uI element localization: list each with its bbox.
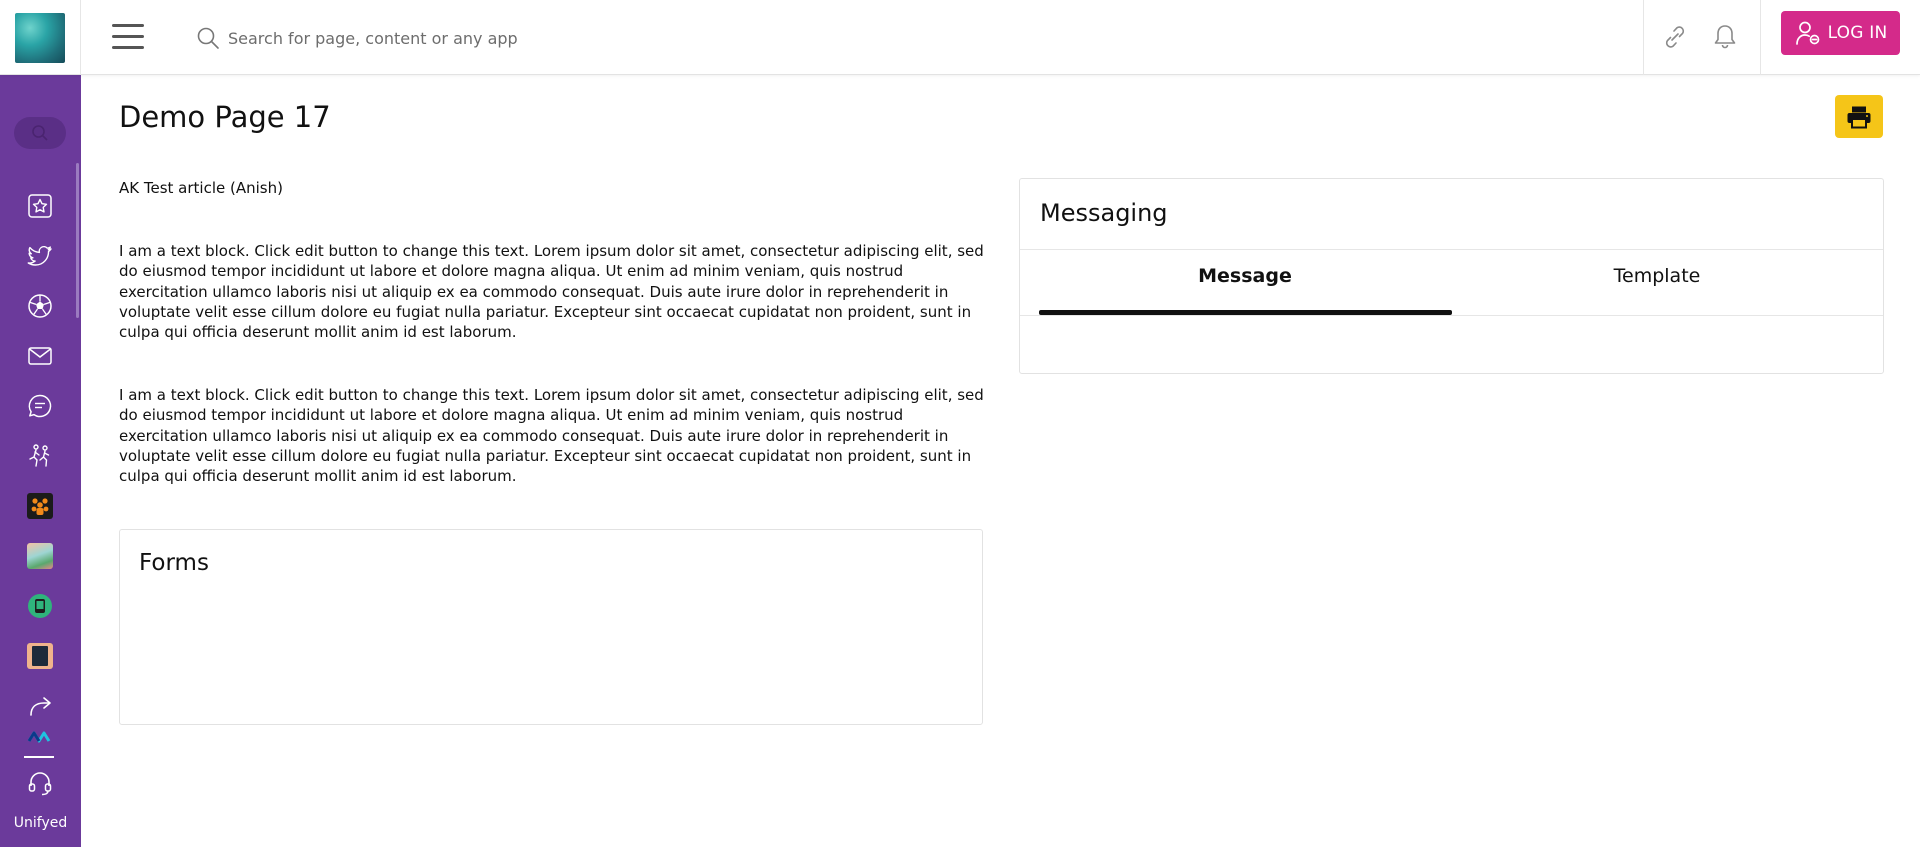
user-login-icon [1795,21,1819,45]
share-arrow-icon[interactable] [24,690,56,722]
top-bar: LOG IN [0,0,1920,75]
soccer-ball-icon[interactable] [24,290,56,322]
login-button[interactable]: LOG IN [1781,11,1900,55]
logo-container[interactable] [0,0,81,75]
login-label: LOG IN [1827,23,1888,43]
logo[interactable] [15,12,65,63]
article-title: AK Test article (Anish) [119,179,283,197]
sidebar: Unifyed [0,75,81,847]
search-icon [32,125,48,141]
search-bar [196,22,896,54]
green-phone-app-icon[interactable] [24,590,56,622]
messaging-widget: Messaging Message Template [1019,178,1884,374]
text-block: I am a text block. Click edit button to … [119,386,984,486]
bell-icon[interactable] [1710,22,1740,52]
messaging-divider [1020,315,1883,316]
printer-icon [1847,106,1871,128]
mail-icon[interactable] [24,340,56,372]
messaging-divider [1020,249,1883,250]
search-input[interactable] [228,24,828,52]
messaging-title: Messaging [1040,199,1168,227]
print-button[interactable] [1835,95,1883,138]
twitter-icon[interactable] [24,240,56,272]
sidebar-separator [24,756,54,758]
tab-message[interactable]: Message [1039,251,1451,301]
forms-title: Forms [139,550,209,576]
sidebar-search-button[interactable] [14,117,66,149]
star-icon[interactable] [24,190,56,222]
search-icon [197,27,219,49]
text-block: I am a text block. Click edit button to … [119,242,984,342]
tab-template[interactable]: Template [1451,251,1863,301]
page-title: Demo Page 17 [119,100,331,134]
landscape-app-icon[interactable] [24,540,56,572]
chat-icon[interactable] [24,390,56,422]
topbar-divider [1643,0,1644,75]
main-content: Demo Page 17 AK Test article (Anish) I a… [81,75,1920,847]
sidebar-scrollbar[interactable] [76,163,79,318]
wave-logo-icon[interactable] [24,725,56,749]
orange-group-app-icon[interactable] [24,490,56,522]
running-people-icon[interactable] [24,440,56,472]
headset-icon[interactable] [24,767,56,799]
sidebar-brand-label: Unifyed [13,815,68,831]
forms-widget: Forms [119,529,983,725]
topbar-divider [1760,0,1761,75]
dark-book-app-icon[interactable] [24,640,56,672]
hamburger-menu-icon[interactable] [112,24,144,52]
link-icon[interactable] [1660,22,1690,52]
